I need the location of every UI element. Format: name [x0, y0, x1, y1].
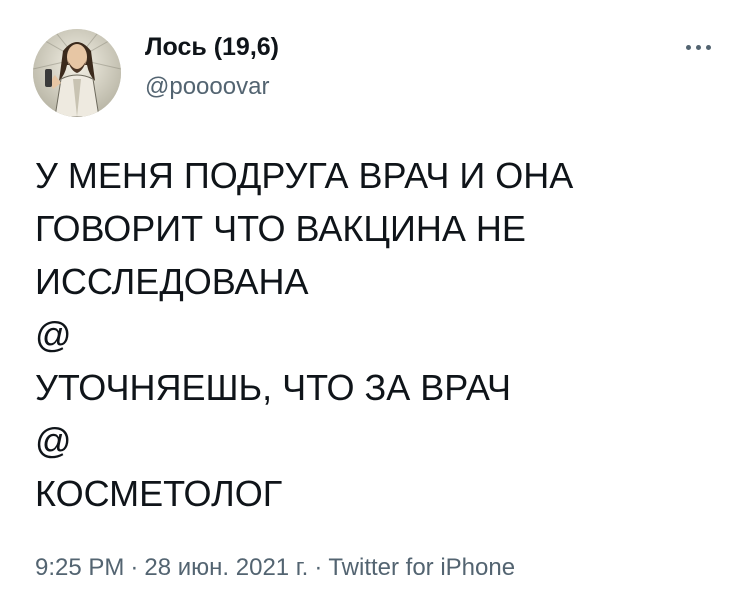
tweet-card: Лось (19,6) @poooovar У МЕНЯ ПОДРУГА ВРА…: [0, 0, 750, 606]
tweet-source[interactable]: Twitter for iPhone: [328, 554, 515, 581]
tweet-text-line: УТОЧНЯЕШЬ, ЧТО ЗА ВРАЧ: [35, 367, 512, 408]
tweet-text-line: @: [35, 420, 72, 461]
tweet-text-line: У МЕНЯ ПОДРУГА ВРАЧ И ОНА: [35, 155, 574, 196]
tweet-text-line: КОСМЕТОЛОГ: [35, 473, 283, 514]
avatar-image: [33, 29, 121, 117]
tweet-time[interactable]: 9:25 PM: [35, 554, 124, 581]
author-avatar[interactable]: [33, 29, 121, 117]
tweet-text-line: ГОВОРИТ ЧТО ВАКЦИНА НЕ: [35, 208, 526, 249]
meta-separator: ·: [130, 554, 139, 581]
tweet-date[interactable]: 28 июн. 2021 г.: [144, 554, 308, 581]
tweet-text-line: ИССЛЕДОВАНА: [35, 261, 309, 302]
tweet-text: У МЕНЯ ПОДРУГА ВРАЧ И ОНА ГОВОРИТ ЧТО ВА…: [35, 149, 735, 520]
more-options-icon[interactable]: [678, 36, 718, 58]
meta-separator: ·: [314, 554, 323, 581]
tweet-meta: 9:25 PM · 28 июн. 2021 г. · Twitter for iPho…: [35, 554, 515, 582]
author-display-name[interactable]: Лось (19,6): [145, 33, 279, 62]
more-dot: [705, 44, 711, 50]
more-dot: [685, 44, 691, 50]
more-dot: [695, 44, 701, 50]
author-handle[interactable]: @poooovar: [145, 73, 269, 101]
tweet-text-line: @: [35, 314, 72, 355]
